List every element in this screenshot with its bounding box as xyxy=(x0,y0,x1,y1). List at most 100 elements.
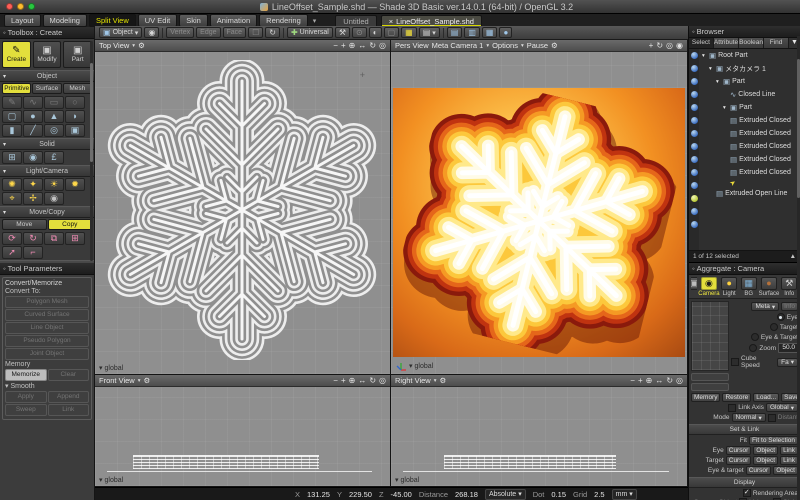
aggregate-tab-light[interactable]: ●Light xyxy=(720,277,738,297)
visibility-toggle[interactable] xyxy=(691,221,698,228)
object-mode-dropdown[interactable]: ▣Object▾ xyxy=(99,27,142,38)
tab-mesh[interactable]: Mesh xyxy=(63,83,92,94)
rotate-view-icon[interactable]: ↻ xyxy=(369,376,376,385)
tree-row-extruded-closed[interactable]: ▤Extruded Closed xyxy=(700,166,800,179)
load-button[interactable]: Load... xyxy=(753,393,779,402)
rotate-tool-button[interactable]: ↻ xyxy=(265,27,280,38)
top-view-coordinate-chip[interactable]: ▾global xyxy=(99,364,123,372)
cube-speed-checkbox[interactable] xyxy=(731,358,739,366)
manipulator-tool-button[interactable]: ⚒ xyxy=(335,27,350,38)
layout-single-view-button[interactable]: ▤ xyxy=(447,27,463,38)
tool-parameters-header[interactable]: ◦Tool Parameters xyxy=(0,263,94,275)
solid-section-header[interactable]: ▾Solid xyxy=(0,138,94,150)
expander-icon[interactable]: ▾ xyxy=(3,141,6,148)
apply-button[interactable]: Apply xyxy=(5,391,47,403)
render-dot-icon[interactable]: ◉ xyxy=(676,41,683,50)
browser-tab-find[interactable]: Find xyxy=(764,38,789,48)
pen-tool-icon[interactable]: ✎ xyxy=(2,96,22,109)
browser-tab-select[interactable]: Select xyxy=(689,38,714,48)
tab-surface[interactable]: Surface xyxy=(32,83,61,94)
eye-radio[interactable] xyxy=(777,313,785,321)
link-button[interactable]: Link xyxy=(48,404,90,416)
tree-row-extruded-closed[interactable]: ▤Extruded Closed xyxy=(700,153,800,166)
flood-light-icon[interactable]: ✢ xyxy=(23,192,43,205)
pin-tool-button[interactable]: ⊙ xyxy=(352,27,367,38)
toolbox-header[interactable]: ◦Toolbox : Create xyxy=(0,27,94,39)
zoom-out-icon[interactable]: − xyxy=(333,376,338,385)
eyetarget-cursor-button[interactable]: Cursor xyxy=(746,466,772,475)
expander-icon[interactable]: ▾ xyxy=(5,383,9,390)
eye-cursor-button[interactable]: Cursor xyxy=(726,446,752,455)
shear-icon[interactable]: ➚ xyxy=(2,246,22,259)
tree-row-root-part[interactable]: ▾▣Root Part xyxy=(700,49,800,62)
cylinder-primitive-icon[interactable]: ▮ xyxy=(2,124,22,137)
camera-control-pad[interactable] xyxy=(691,301,729,371)
target-object-button[interactable]: Object xyxy=(753,456,778,465)
zoom-window-button[interactable] xyxy=(28,3,35,10)
memorize-button[interactable]: Memorize xyxy=(5,369,47,381)
target-radio[interactable] xyxy=(770,323,778,331)
rotate-view-icon[interactable]: ↻ xyxy=(656,41,663,50)
face-mode-button[interactable]: Face xyxy=(223,27,247,38)
visibility-toggle[interactable] xyxy=(691,78,698,85)
array-copy-icon[interactable]: ⊞ xyxy=(65,232,85,245)
solid-box-icon[interactable]: ⊞ xyxy=(2,151,22,164)
pan-icon[interactable]: ↔ xyxy=(358,41,366,50)
spot-light-icon[interactable]: ✦ xyxy=(23,178,43,191)
area-light-icon[interactable]: ✹ xyxy=(65,178,85,191)
rendering-area-checkbox[interactable] xyxy=(743,489,751,497)
view-dropdown-icon[interactable]: ▾ xyxy=(138,378,141,384)
lightcamera-section-header[interactable]: ▾Light/Camera xyxy=(0,165,94,177)
memory-button[interactable]: Memory xyxy=(691,393,720,402)
eye-target-radio[interactable] xyxy=(751,333,759,341)
info-button[interactable]: Info xyxy=(781,302,798,311)
view-dropdown-icon[interactable]: ▾ xyxy=(132,43,135,49)
rotate-copy-icon[interactable]: ⟳ xyxy=(2,232,22,245)
view-dropdown-icon[interactable]: ▾ xyxy=(486,43,489,49)
line-primitive-icon[interactable]: ╱ xyxy=(23,124,43,137)
halfsphere-primitive-icon[interactable]: ◗ xyxy=(65,110,85,123)
expander-icon[interactable]: ▾ xyxy=(3,168,6,175)
eye-link-button[interactable]: Link xyxy=(780,446,798,455)
grid-snap-button[interactable]: ▦ xyxy=(401,27,417,38)
layout-dual-view-button[interactable]: ▥ xyxy=(464,27,480,38)
copy-button[interactable]: Copy xyxy=(48,219,93,230)
sweep-button[interactable]: Sweep xyxy=(5,404,47,416)
tab-overflow-icon[interactable]: ▾ xyxy=(310,17,320,25)
camera-tool-button[interactable]: ◉ xyxy=(144,27,159,38)
cone-primitive-icon[interactable]: ▲ xyxy=(44,110,64,123)
layout-quad-view-button[interactable]: ▦ xyxy=(482,27,498,38)
visibility-toggle[interactable] xyxy=(691,65,698,72)
tree-row-extruded-closed[interactable]: ▤Extruded Closed xyxy=(700,140,800,153)
convert-curved-surface-button[interactable]: Curved Surface xyxy=(5,309,89,321)
visibility-toggle[interactable] xyxy=(691,117,698,124)
camera-object-icon[interactable]: ◉ xyxy=(44,192,64,205)
cube-speed-dropdown[interactable]: Fa▾ xyxy=(777,358,798,367)
aggregate-tab-info[interactable]: ⚒Info xyxy=(780,277,798,297)
tab-layout[interactable]: Layout xyxy=(4,14,41,27)
movecopy-section-header[interactable]: ▾Move/Copy xyxy=(0,206,94,218)
marquee-select-button[interactable]: ☐ xyxy=(248,27,263,38)
eye-object-button[interactable]: Object xyxy=(753,446,778,455)
expander-icon[interactable]: ▾ xyxy=(3,209,6,216)
fit-to-selection-button[interactable]: Fit to Selection xyxy=(749,436,798,445)
tree-row-extruded-closed[interactable]: ▤Extruded Closed xyxy=(700,114,800,127)
aggregate-header[interactable]: ◦Aggregate : Camera xyxy=(689,263,800,275)
top-view-canvas[interactable]: + ▾global xyxy=(95,52,390,374)
object-section-header[interactable]: ▾Object xyxy=(0,70,94,82)
expander-icon[interactable]: ▾ xyxy=(716,79,721,85)
rounded-box-icon[interactable]: ▢ xyxy=(2,110,22,123)
rectangle-tool-icon[interactable]: ▭ xyxy=(44,96,64,109)
fit-view-icon[interactable]: ⊕ xyxy=(646,376,653,385)
target-link-button[interactable]: Link xyxy=(780,456,798,465)
pers-view-title[interactable]: Pers View xyxy=(395,41,429,50)
tree-row-part2[interactable]: ▾▣Part xyxy=(700,101,800,114)
aggregate-tab-camera[interactable]: ◉Camera xyxy=(699,277,718,297)
unit-dropdown[interactable]: mm▾ xyxy=(612,489,637,500)
collapse-up-icon[interactable]: ▲ xyxy=(790,253,796,260)
link-axis-dropdown[interactable]: Global▾ xyxy=(766,403,798,412)
visibility-toggle-selected[interactable] xyxy=(691,195,698,202)
front-view-title[interactable]: Front View xyxy=(99,376,135,385)
distant-checkbox[interactable] xyxy=(768,414,776,422)
view-settings-gear-icon[interactable]: ⚙ xyxy=(138,41,145,50)
